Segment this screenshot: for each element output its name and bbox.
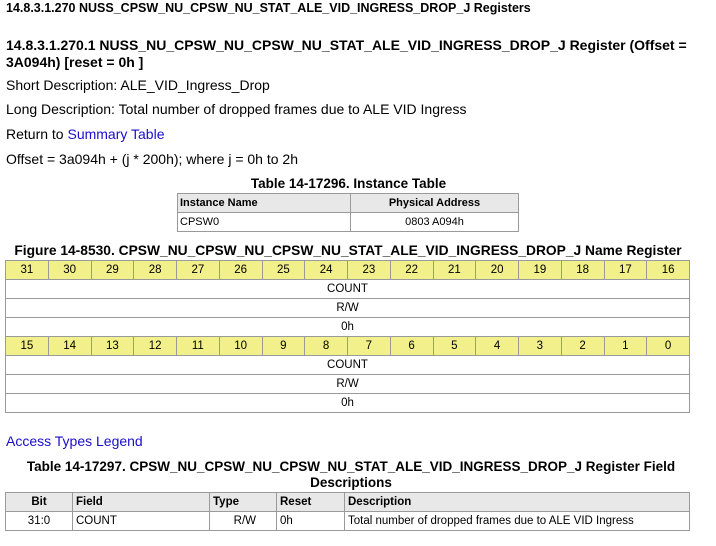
bit-number-16: 16: [646, 260, 690, 280]
summary-table-link[interactable]: Summary Table: [67, 126, 164, 142]
bit-number-11: 11: [176, 336, 220, 356]
physical-address-cell: 0803 A094h: [350, 212, 519, 232]
type-cell: R/W: [209, 511, 277, 531]
instance-table: Instance Name Physical Address CPSW0 080…: [177, 193, 519, 232]
bit-number-30: 30: [47, 260, 92, 280]
bit-number-20: 20: [475, 260, 519, 280]
bit-number-10: 10: [218, 336, 263, 356]
short-description: Short Description: ALE_VID_Ingress_Drop: [6, 77, 270, 93]
lower-field-access: R/W: [5, 374, 690, 394]
upper-field-name: COUNT: [5, 279, 690, 299]
bit-number-8: 8: [304, 336, 348, 356]
offset-text: Offset = 3a094h + (j * 200h); where j = …: [6, 151, 298, 167]
bit-number-24: 24: [304, 260, 348, 280]
section-title: 14.8.3.1.270 NUSS_CPSW_NU_CPSW_NU_STAT_A…: [6, 1, 531, 15]
bit-number-4: 4: [475, 336, 519, 356]
instance-name-cell: CPSW0: [177, 212, 351, 232]
bit-number-2: 2: [560, 336, 605, 356]
bit-number-28: 28: [133, 260, 177, 280]
description-header: Description: [344, 492, 690, 512]
bit-number-14: 14: [47, 336, 92, 356]
field-header: Field: [72, 492, 210, 512]
lower-field-reset: 0h: [5, 393, 690, 413]
bit-number-1: 1: [603, 336, 648, 356]
bit-number-29: 29: [90, 260, 135, 280]
register-figure-caption: Figure 14-8530. CPSW_NU_CPSW_NU_CPSW_NU_…: [14, 243, 682, 258]
instance-name-header: Instance Name: [177, 193, 351, 213]
field-table-caption-line2: Descriptions: [310, 475, 392, 490]
bit-number-3: 3: [518, 336, 562, 356]
bit-number-25: 25: [261, 260, 306, 280]
register-title: 14.8.3.1.270.1 NUSS_NU_CPSW_NU_CPSW_NU_S…: [6, 37, 687, 70]
instance-table-caption: Table 14-17296. Instance Table: [250, 176, 447, 191]
access-types-legend-link[interactable]: Access Types Legend: [6, 433, 143, 449]
bit-header: Bit: [5, 492, 73, 512]
bit-number-27: 27: [176, 260, 220, 280]
bit-number-12: 12: [133, 336, 177, 356]
bit-number-26: 26: [218, 260, 263, 280]
upper-bit-row: 31 30 29 28 27 26 25 24 23 22 21 20 19 18 17 16: [5, 260, 690, 280]
physical-address-header: Physical Address: [350, 193, 519, 213]
bit-number-6: 6: [389, 336, 434, 356]
field-cell: COUNT: [72, 511, 210, 531]
bit-number-19: 19: [518, 260, 562, 280]
bit-number-9: 9: [261, 336, 306, 356]
bit-number-21: 21: [432, 260, 477, 280]
bit-number-7: 7: [347, 336, 391, 356]
bit-number-17: 17: [603, 260, 648, 280]
bit-number-18: 18: [560, 260, 605, 280]
bit-cell: 31:0: [5, 511, 73, 531]
field-table-caption-line1: Table 14-17297. CPSW_NU_CPSW_NU_CPSW_NU_…: [26, 459, 676, 474]
return-line: Return to Summary Table: [6, 126, 165, 142]
reset-header: Reset: [276, 492, 345, 512]
lower-bit-row: 15 14 13 12 11 10 9 8 7 6 5 4 3 2 1 0: [5, 336, 690, 356]
upper-field-reset: 0h: [5, 317, 690, 337]
bit-number-15: 15: [5, 336, 49, 356]
bit-number-22: 22: [389, 260, 434, 280]
bit-number-31: 31: [5, 260, 49, 280]
bit-number-23: 23: [347, 260, 391, 280]
bit-number-5: 5: [432, 336, 477, 356]
return-prefix: Return to: [6, 126, 68, 142]
type-header: Type: [209, 492, 277, 512]
register-bit-table: 31 30 29 28 27 26 25 24 23 22 21 20 19 18 17 16 COUNT R…: [5, 260, 690, 413]
description-cell: Total number of dropped frames due to AL…: [344, 511, 690, 531]
lower-field-name: COUNT: [5, 355, 690, 375]
upper-field-access: R/W: [5, 298, 690, 318]
field-description-table: Bit Field Type Reset Description 31:0 CO…: [5, 492, 690, 531]
bit-number-0: 0: [646, 336, 690, 356]
long-description: Long Description: Total number of droppe…: [6, 101, 467, 117]
reset-cell: 0h: [276, 511, 345, 531]
bit-number-13: 13: [90, 336, 135, 356]
